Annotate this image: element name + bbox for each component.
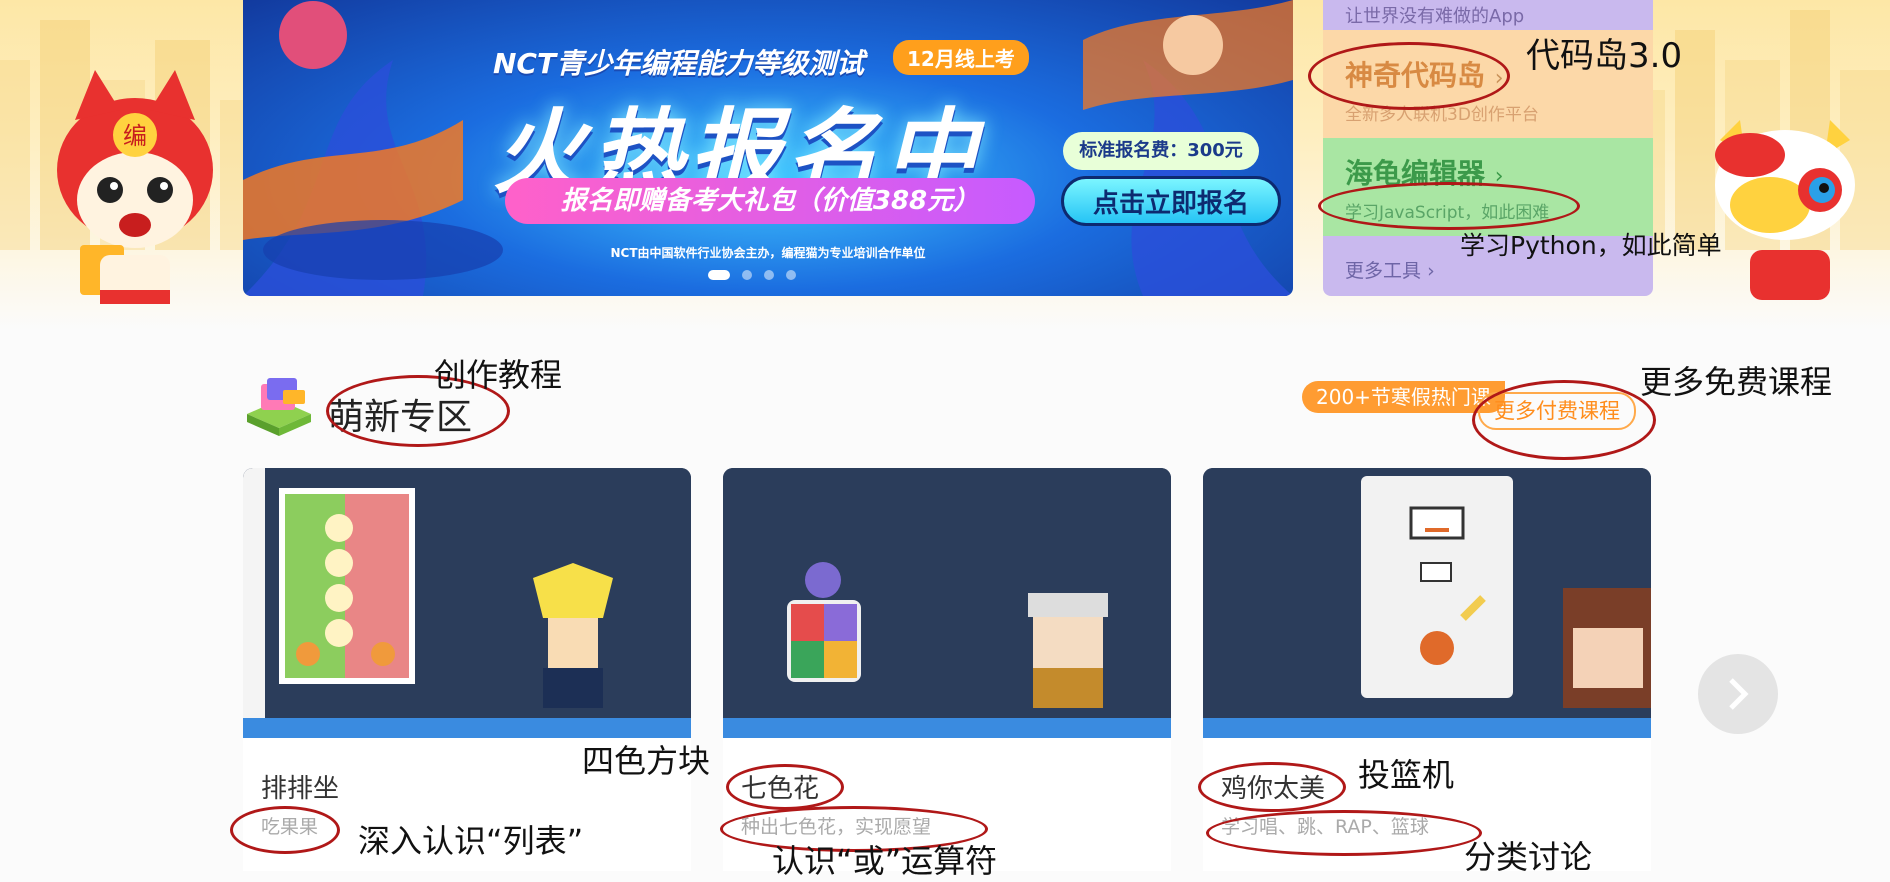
banner-fee-label: 标准报名费：300元 (1063, 132, 1259, 170)
course-title: 排排坐 (261, 774, 340, 804)
register-button[interactable]: 点击立即报名 (1061, 176, 1281, 226)
banner-gift-label: 报名即赠备考大礼包（价值388元） (505, 178, 1035, 224)
banner-headline: NCT青少年编程能力等级测试 (493, 47, 865, 80)
chevron-right-icon: › (1427, 260, 1435, 282)
svg-text:编: 编 (123, 122, 147, 150)
mascot-cow-icon (1715, 120, 1855, 300)
ink-circle (1472, 380, 1656, 460)
course-thumbnail (723, 468, 1171, 738)
promo-banner[interactable]: NCT青少年编程能力等级测试 12月线上考 火热报名中 报名即赠备考大礼包（价值… (243, 0, 1293, 296)
carousel-dot[interactable] (786, 270, 796, 280)
chevron-right-icon (1729, 678, 1749, 710)
slogan-text: 让世界没有难做的App (1345, 6, 1525, 27)
ink-circle (1308, 42, 1510, 110)
annotation-text: 更多免费课程 (1640, 363, 1833, 401)
banner-footnote: NCT由中国软件行业协会主办，编程猫为专业培训合作单位 (610, 246, 926, 260)
carousel-dot[interactable] (708, 270, 730, 280)
ink-circle (230, 806, 340, 854)
course-thumbnail (243, 468, 691, 738)
mascot-cat-icon: 编 (57, 70, 213, 304)
annotation-text: 分类讨论 (1464, 838, 1593, 876)
carousel-dots (708, 270, 796, 280)
ink-circle (1206, 810, 1482, 856)
annotation-text: 深入认识“列表” (358, 822, 584, 860)
next-button[interactable] (1698, 654, 1778, 734)
annotation-text: 学习Python，如此简单 (1460, 231, 1722, 260)
more-tools-label: 更多工具 › (1345, 260, 1435, 282)
carousel-dot[interactable] (764, 270, 774, 280)
ink-circle (1318, 182, 1580, 230)
annotation-text: 代码岛3.0 (1526, 36, 1683, 76)
annotation-text: 认识“或”运算符 (772, 842, 998, 880)
ink-circle (1198, 762, 1346, 812)
course-thumbnail (1203, 468, 1651, 738)
tutorial-section-icon (247, 378, 311, 436)
annotation-text: 投篮机 (1358, 756, 1455, 794)
annotation-text: 四色方块 (582, 742, 711, 780)
ink-circle (726, 764, 844, 810)
slogan-row: 让世界没有难做的App (1323, 0, 1653, 30)
annotation-text: 创作教程 (434, 356, 563, 394)
carousel-dot[interactable] (742, 270, 752, 280)
banner-date-badge: 12月线上考 (893, 40, 1029, 75)
